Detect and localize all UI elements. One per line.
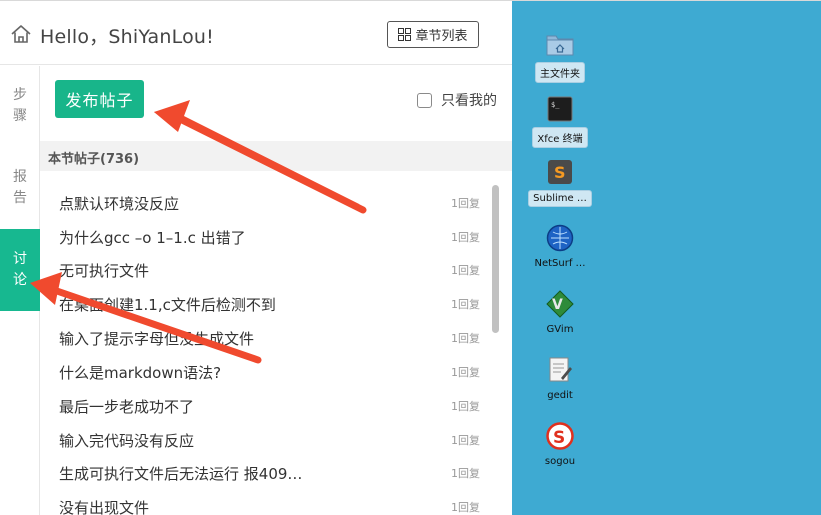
list-item[interactable]: 没有出现文件 1回复: [40, 489, 488, 515]
gedit-icon: [545, 355, 575, 385]
tab-steps[interactable]: 步 骤: [0, 76, 40, 136]
list-item[interactable]: 生成可执行文件后无法运行 报409… 1回复: [40, 455, 488, 489]
tab-report-char-1: 报: [13, 169, 27, 185]
folder-home-icon: [545, 29, 575, 59]
tab-discuss-char-2: 论: [13, 272, 27, 288]
desktop-item-terminal[interactable]: $_ Xfce 终端: [520, 94, 600, 148]
post-title[interactable]: 生成可执行文件后无法运行 报409…: [59, 463, 302, 484]
reply-count: 1回复: [451, 298, 480, 311]
reply-count: 1回复: [451, 501, 480, 514]
list-item[interactable]: 在桌面创建1.1,c文件后检测不到 1回复: [40, 286, 488, 320]
tab-report[interactable]: 报 告: [0, 158, 40, 218]
desktop-item-gedit[interactable]: gedit: [520, 355, 600, 403]
lab-panel: Hello，ShiYanLou! 章节列表 步 骤 报 告 讨 论 发布帖子 只…: [0, 0, 512, 515]
panel-header: Hello，ShiYanLou! 章节列表: [0, 1, 512, 65]
desktop-item-label: gedit: [547, 390, 573, 401]
list-item[interactable]: 为什么gcc –o 1–1.c 出错了 1回复: [40, 219, 488, 253]
list-item[interactable]: 无可执行文件 1回复: [40, 252, 488, 286]
post-list-scrollbar[interactable]: [488, 181, 502, 515]
post-title[interactable]: 为什么gcc –o 1–1.c 出错了: [59, 227, 246, 248]
reply-count: 1回复: [451, 434, 480, 447]
tab-discuss[interactable]: 讨 论: [0, 229, 40, 311]
publish-post-button[interactable]: 发布帖子: [55, 80, 144, 118]
side-tabs: 步 骤 报 告 讨 论: [0, 66, 40, 515]
chapter-list-label: 章节列表: [415, 29, 468, 44]
desktop-item-gvim[interactable]: V GVim: [520, 289, 600, 337]
reply-count: 1回复: [451, 400, 480, 413]
post-title[interactable]: 输入完代码没有反应: [59, 430, 194, 451]
post-title[interactable]: 在桌面创建1.1,c文件后检测不到: [59, 294, 276, 315]
desktop-item-netsurf[interactable]: NetSurf …: [520, 223, 600, 271]
only-mine-toggle[interactable]: 只看我的: [417, 90, 497, 110]
post-title[interactable]: 输入了提示字母但没生成文件: [59, 328, 254, 349]
reply-count: 1回复: [451, 332, 480, 345]
list-item[interactable]: 什么是markdown语法? 1回复: [40, 354, 488, 388]
only-mine-checkbox[interactable]: [417, 92, 432, 108]
svg-text:$_: $_: [551, 101, 560, 109]
desktop: 主文件夹 $_ Xfce 终端 S Sublime … NetSurf … V …: [512, 0, 821, 515]
desktop-item-sogou[interactable]: S sogou: [520, 421, 600, 469]
svg-text:S: S: [554, 163, 566, 182]
post-title[interactable]: 没有出现文件: [59, 497, 149, 515]
post-title[interactable]: 无可执行文件: [59, 260, 149, 281]
section-title: 本节帖子(736): [48, 152, 140, 167]
desktop-item-home-folder[interactable]: 主文件夹: [520, 29, 600, 83]
terminal-icon: $_: [545, 94, 575, 124]
scroll-thumb[interactable]: [492, 185, 499, 333]
desktop-item-label: NetSurf …: [534, 258, 586, 269]
desktop-item-label: 主文件夹: [535, 62, 585, 83]
sogou-icon: S: [545, 421, 575, 451]
desktop-item-label: sogou: [544, 456, 576, 467]
gvim-icon: V: [545, 289, 575, 319]
desktop-item-label: Sublime …: [528, 190, 592, 207]
list-item[interactable]: 最后一步老成功不了 1回复: [40, 388, 488, 422]
chapter-list-button[interactable]: 章节列表: [387, 21, 479, 48]
list-item[interactable]: 输入了提示字母但没生成文件 1回复: [40, 320, 488, 354]
svg-text:V: V: [552, 297, 563, 313]
desktop-item-sublime[interactable]: S Sublime …: [520, 157, 600, 207]
reply-count: 1回复: [451, 231, 480, 244]
only-mine-label: 只看我的: [441, 93, 497, 109]
netsurf-icon: [545, 223, 575, 253]
post-title[interactable]: 点默认环境没反应: [59, 193, 179, 214]
post-title[interactable]: 什么是markdown语法?: [59, 362, 221, 383]
reply-count: 1回复: [451, 366, 480, 379]
reply-count: 1回复: [451, 197, 480, 210]
grid-icon: [398, 28, 412, 41]
post-title[interactable]: 最后一步老成功不了: [59, 396, 194, 417]
svg-text:S: S: [553, 428, 565, 448]
reply-count: 1回复: [451, 264, 480, 277]
list-item[interactable]: 点默认环境没反应 1回复: [40, 185, 488, 219]
greeting-text: Hello，ShiYanLou!: [40, 26, 214, 48]
sublime-icon: S: [545, 157, 575, 187]
desktop-item-label: Xfce 终端: [532, 127, 588, 148]
list-item[interactable]: 输入完代码没有反应 1回复: [40, 422, 488, 456]
reply-count: 1回复: [451, 467, 480, 480]
home-icon[interactable]: [10, 24, 32, 44]
tab-steps-char-2: 骤: [13, 108, 27, 124]
desktop-item-label: GVim: [546, 324, 574, 335]
tab-steps-char-1: 步: [13, 87, 27, 103]
tab-report-char-2: 告: [13, 190, 27, 206]
section-header: 本节帖子(736): [40, 141, 512, 171]
tab-discuss-char-1: 讨: [13, 251, 27, 267]
